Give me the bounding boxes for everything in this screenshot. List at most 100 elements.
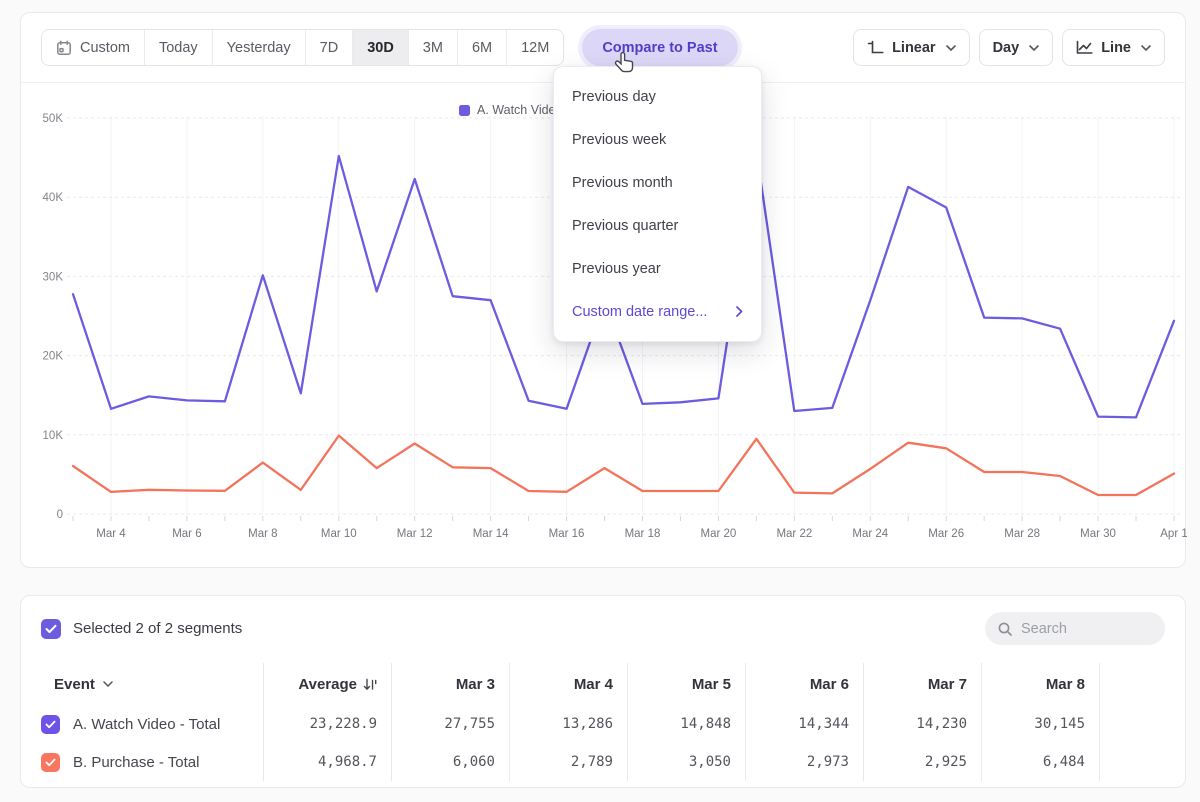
menu-item-previous-year[interactable]: Previous year: [554, 247, 761, 290]
menu-item-previous-quarter[interactable]: Previous quarter: [554, 204, 761, 247]
calendar-icon: [56, 40, 72, 56]
segment-daily-value: 2,789: [509, 743, 627, 781]
y-axis-tick-label: 10K: [43, 430, 64, 442]
segment-daily-value: 14,344: [745, 705, 863, 743]
compare-to-past-menu: Previous dayPrevious weekPrevious monthP…: [553, 66, 762, 342]
segment-checkbox[interactable]: [41, 715, 60, 734]
custom-date-range-label: Custom date range...: [572, 304, 707, 320]
chevron-down-icon: [946, 45, 956, 51]
legend-swatch: [459, 105, 470, 116]
segment-daily-value: 14,848: [627, 705, 745, 743]
select-all-checkbox[interactable]: [41, 619, 61, 639]
y-axis-tick-label: 0: [57, 509, 63, 521]
chevron-down-icon: [103, 681, 113, 687]
range-option-12m[interactable]: 12M: [507, 30, 563, 65]
menu-item-previous-day[interactable]: Previous day: [554, 75, 761, 118]
range-option-custom[interactable]: Custom: [42, 30, 145, 65]
chevron-right-icon: [736, 306, 743, 317]
column-header-mar-7[interactable]: Mar 7: [863, 663, 981, 705]
chart-options-group: Linear Day Line: [853, 29, 1165, 66]
column-header-mar-6[interactable]: Mar 6: [745, 663, 863, 705]
average-header-label: Average: [298, 676, 357, 693]
segment-row-name: B. Purchase - Total: [73, 754, 199, 771]
x-axis-tick-label: Mar 20: [701, 528, 737, 540]
x-axis-tick-label: Mar 8: [248, 528, 277, 540]
menu-item-custom-date-range[interactable]: Custom date range...: [554, 290, 761, 333]
menu-item-previous-month[interactable]: Previous month: [554, 161, 761, 204]
chevron-down-icon: [1141, 45, 1151, 51]
column-header-event[interactable]: Event: [41, 663, 263, 705]
range-option-30d[interactable]: 30D: [353, 30, 409, 65]
sort-descending-icon: [363, 678, 377, 691]
segment-daily-value: 3,050: [627, 743, 745, 781]
scale-select-label: Linear: [892, 40, 936, 56]
menu-item-previous-week[interactable]: Previous week: [554, 118, 761, 161]
segment-daily-value: 6,060: [391, 743, 509, 781]
search-icon: [997, 621, 1013, 637]
date-header-label: Mar 3: [456, 676, 495, 693]
column-header-mar-8[interactable]: Mar 8: [981, 663, 1099, 705]
range-option-label: 30D: [367, 40, 394, 56]
range-option-label: Custom: [80, 40, 130, 56]
segments-header: Selected 2 of 2 segments: [21, 596, 1185, 645]
series-line-b-purchase: [73, 436, 1174, 495]
chevron-down-icon: [1029, 45, 1039, 51]
x-axis-tick-label: Mar 28: [1004, 528, 1040, 540]
event-header-label: Event: [54, 676, 95, 693]
x-axis-tick-label: Mar 26: [928, 528, 964, 540]
linear-scale-icon: [867, 40, 884, 55]
range-option-label: Yesterday: [227, 40, 291, 56]
legend-item-a-watch-video[interactable]: A. Watch Video: [459, 103, 562, 117]
segments-card: Selected 2 of 2 segments Event Average Mar…: [20, 595, 1186, 788]
interval-select-button[interactable]: Day: [979, 29, 1054, 66]
x-axis-tick-label: Mar 24: [852, 528, 888, 540]
segment-truncated-value: 3,: [1099, 743, 1186, 781]
date-header-label: Mar 4: [574, 676, 613, 693]
range-option-label: 6M: [472, 40, 492, 56]
column-header-truncated: M: [1099, 663, 1186, 705]
segment-daily-value: 14,230: [863, 705, 981, 743]
search-input[interactable]: [1021, 621, 1151, 637]
x-axis-tick-label: Mar 14: [473, 528, 509, 540]
segment-row-label-cell[interactable]: A. Watch Video - Total: [41, 705, 263, 743]
line-chart-icon: [1076, 40, 1093, 55]
date-header-label: Mar 6: [810, 676, 849, 693]
x-axis-tick-label: Mar 18: [625, 528, 661, 540]
x-axis-tick-label: Mar 30: [1080, 528, 1116, 540]
range-option-yesterday[interactable]: Yesterday: [213, 30, 306, 65]
column-header-mar-5[interactable]: Mar 5: [627, 663, 745, 705]
segment-truncated-value: 15,: [1099, 705, 1186, 743]
chart-type-select-button[interactable]: Line: [1062, 29, 1165, 66]
segment-average-value: 23,228.9: [263, 705, 391, 743]
segment-row-label-cell[interactable]: B. Purchase - Total: [41, 743, 263, 781]
search-box: [985, 612, 1165, 645]
segment-checkbox[interactable]: [41, 753, 60, 772]
segment-daily-value: 27,755: [391, 705, 509, 743]
y-axis-tick-label: 40K: [43, 192, 64, 204]
x-axis-tick-label: Mar 22: [776, 528, 812, 540]
segment-row-name: A. Watch Video - Total: [73, 716, 220, 733]
range-option-today[interactable]: Today: [145, 30, 213, 65]
range-option-label: Today: [159, 40, 198, 56]
y-axis-tick-label: 50K: [43, 113, 64, 125]
range-option-label: 7D: [320, 40, 339, 56]
segment-daily-value: 2,973: [745, 743, 863, 781]
segment-average-value: 4,968.7: [263, 743, 391, 781]
legend-label: A. Watch Video: [477, 103, 562, 117]
scale-select-button[interactable]: Linear: [853, 29, 970, 66]
check-icon: [45, 624, 57, 634]
x-axis-tick-label: Mar 4: [96, 528, 126, 540]
compare-to-past-button[interactable]: Compare to Past: [582, 29, 737, 66]
interval-select-label: Day: [993, 40, 1020, 56]
column-header-average[interactable]: Average: [263, 663, 391, 705]
column-header-mar-3[interactable]: Mar 3: [391, 663, 509, 705]
y-axis-tick-label: 20K: [43, 351, 64, 363]
range-option-6m[interactable]: 6M: [458, 30, 507, 65]
column-header-mar-4[interactable]: Mar 4: [509, 663, 627, 705]
x-axis-tick-label: Mar 10: [321, 528, 357, 540]
segment-daily-value: 6,484: [981, 743, 1099, 781]
date-range-segmented-control: Custom Today Yesterday 7D 30D 3M 6M 12M: [41, 29, 564, 66]
range-option-3m[interactable]: 3M: [409, 30, 458, 65]
range-option-7d[interactable]: 7D: [306, 30, 354, 65]
chart-type-select-label: Line: [1101, 40, 1131, 56]
